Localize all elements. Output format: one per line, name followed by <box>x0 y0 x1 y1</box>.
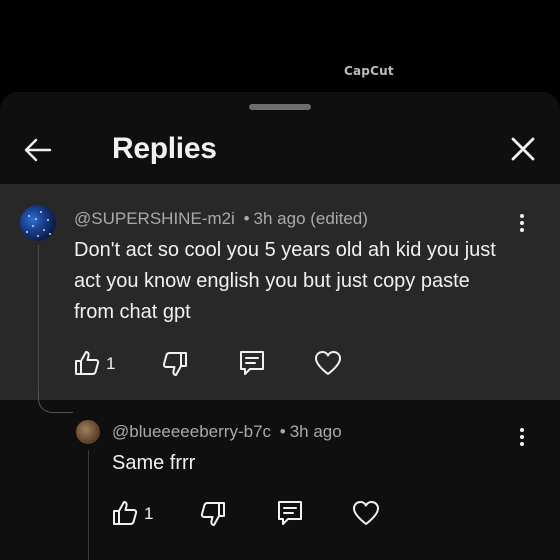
close-button[interactable] <box>506 132 540 166</box>
comment-icon <box>240 351 264 375</box>
comment-text: Don't act so cool you 5 years old ah kid… <box>74 239 496 323</box>
heart-button[interactable] <box>351 498 381 528</box>
more-vertical-icon <box>512 428 532 446</box>
heart-icon <box>353 501 379 525</box>
capcut-watermark: CapCut <box>344 64 394 78</box>
like-count: 1 <box>106 354 116 373</box>
more-vertical-icon <box>512 214 532 232</box>
arrow-left-icon <box>24 138 52 162</box>
avatar[interactable] <box>76 420 100 444</box>
reply-meta: @blueeeeeberry-b7c • 3h ago <box>112 422 342 442</box>
heart-icon <box>315 351 341 375</box>
author-handle[interactable]: @SUPERSHINE-m2i <box>74 209 235 228</box>
drag-handle[interactable] <box>249 104 311 110</box>
reply-thread-line <box>88 450 89 560</box>
reply-button[interactable] <box>237 348 267 378</box>
page-title: Replies <box>112 132 217 165</box>
more-options-button[interactable] <box>512 211 532 239</box>
comment-timestamp: 3h ago <box>289 422 342 441</box>
meta-separator: • <box>279 422 286 441</box>
back-button[interactable] <box>20 132 56 168</box>
replies-header: Replies <box>0 122 560 184</box>
avatar[interactable] <box>20 205 56 241</box>
thread-connector <box>38 390 73 413</box>
comment-icon <box>278 501 302 525</box>
thumbs-down-icon <box>162 352 187 376</box>
comment-timestamp: 3h ago (edited) <box>253 209 368 228</box>
thread-line <box>38 245 39 395</box>
dislike-button[interactable] <box>198 499 228 529</box>
more-options-button[interactable] <box>512 425 532 453</box>
close-icon <box>511 137 535 161</box>
reply-button[interactable] <box>275 498 305 528</box>
meta-separator: • <box>243 209 250 228</box>
heart-button[interactable] <box>313 348 343 378</box>
dislike-button[interactable] <box>160 349 190 379</box>
like-button[interactable] <box>110 498 140 528</box>
reply-text: Same frrr <box>112 452 196 474</box>
comment-meta: @SUPERSHINE-m2i • 3h ago (edited) <box>74 209 368 229</box>
like-button[interactable] <box>72 348 102 378</box>
thumbs-up-icon <box>75 351 100 375</box>
like-count: 1 <box>144 504 154 523</box>
author-handle[interactable]: @blueeeeeberry-b7c <box>112 422 271 441</box>
thumbs-down-icon <box>200 502 225 526</box>
thumbs-up-icon <box>113 501 138 525</box>
